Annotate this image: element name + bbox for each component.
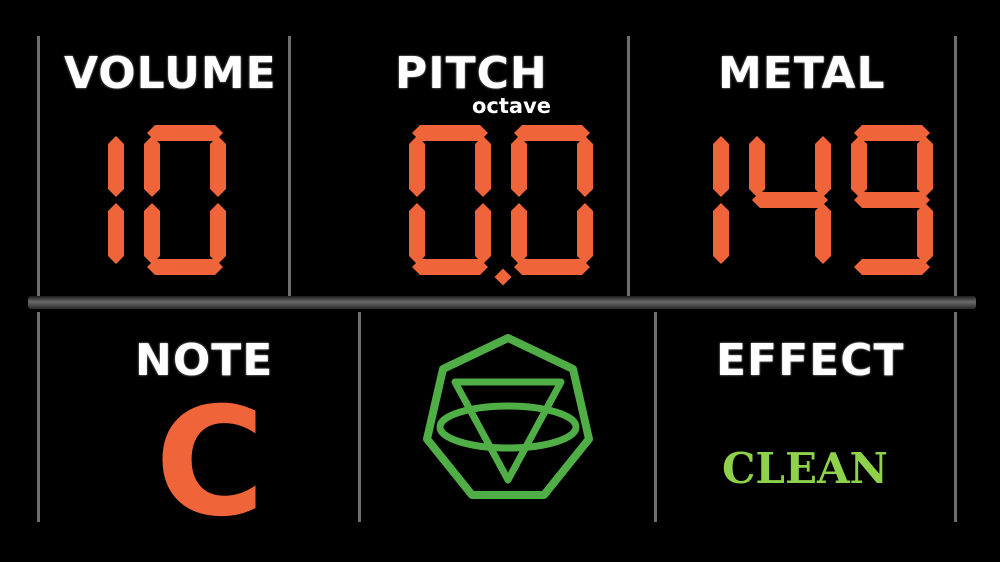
divider-line [954, 312, 957, 522]
digit-segment [917, 136, 933, 197]
digit-segment [210, 203, 226, 264]
digit-segment [412, 125, 488, 141]
horizontal-divider [28, 296, 976, 309]
digit-segment [147, 125, 223, 141]
metal-label: METAL [718, 48, 886, 99]
digit-segment [851, 136, 867, 197]
digit-segment [475, 203, 491, 264]
divider-line [627, 36, 630, 298]
digit-segment [147, 259, 223, 275]
digit-segment [815, 203, 831, 264]
digit-segment [511, 203, 527, 264]
digit-segment [475, 136, 491, 197]
volume-display[interactable] [100, 125, 260, 285]
digit-segment [514, 259, 590, 275]
divider-line [654, 312, 657, 522]
divider-line [37, 312, 40, 522]
digit-segment [144, 203, 160, 264]
digit-segment [409, 136, 425, 197]
divider-line [37, 36, 40, 298]
digit-segment [412, 259, 488, 275]
divider-line [288, 36, 291, 298]
digit-segment [108, 136, 124, 197]
pitch-label: PITCH [395, 48, 548, 99]
digit-segment [511, 136, 527, 197]
digit-segment [577, 136, 593, 197]
digit-segment [514, 125, 590, 141]
note-value[interactable]: C [155, 388, 265, 538]
pitch-octave-label: octave [472, 94, 552, 118]
decimal-point [494, 268, 512, 286]
digit-segment [713, 136, 729, 197]
digit-segment [917, 203, 933, 264]
pitch-display[interactable] [405, 125, 625, 295]
digit-segment [854, 192, 930, 208]
divider-line [358, 312, 361, 522]
digit-segment [749, 136, 765, 197]
digit-segment [854, 125, 930, 141]
metal-display[interactable] [705, 125, 945, 285]
heptagon-triangle-logo-icon [423, 334, 593, 499]
digit-segment [713, 203, 729, 264]
digit-segment [409, 203, 425, 264]
digit-segment [752, 192, 828, 208]
digit-segment [144, 136, 160, 197]
digit-segment [815, 136, 831, 197]
digit-segment [210, 136, 226, 197]
digit-segment [854, 259, 930, 275]
digit-segment [108, 203, 124, 264]
divider-line [954, 36, 957, 298]
effect-value[interactable]: CLEAN [722, 444, 888, 493]
effect-label: EFFECT [716, 335, 905, 386]
volume-label: VOLUME [64, 48, 277, 99]
digit-segment [577, 203, 593, 264]
